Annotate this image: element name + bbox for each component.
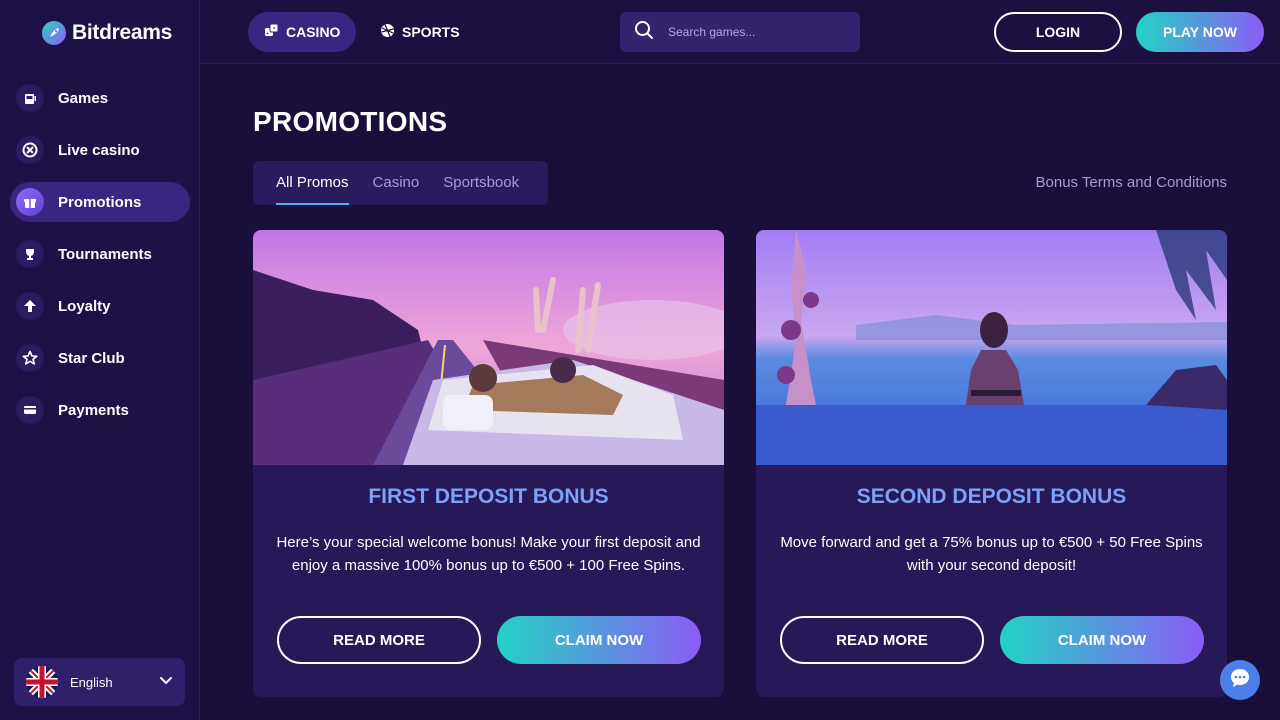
promo-description: Here’s your special welcome bonus! Make … [276, 534, 701, 574]
card-icon [16, 396, 44, 424]
claim-now-button[interactable]: CLAIM NOW [497, 616, 701, 664]
sidebar-item-label: Tournaments [58, 245, 152, 263]
trophy-icon [16, 240, 44, 268]
tab-sports[interactable]: SPORTS [364, 12, 476, 52]
sidebar-item-loyalty[interactable]: Loyalty [10, 286, 190, 326]
sidebar-item-games[interactable]: Games [10, 78, 190, 118]
sidebar-item-promotions[interactable]: Promotions [10, 182, 190, 222]
sidebar-item-payments[interactable]: Payments [10, 390, 190, 430]
slot-machine-icon [16, 84, 44, 112]
read-more-button[interactable]: READ MORE [780, 616, 984, 664]
bonus-terms-link[interactable]: Bonus Terms and Conditions [1036, 174, 1228, 191]
chevron-down-icon [159, 673, 173, 692]
promo-title: SECOND DEPOSIT BONUS [856, 485, 1127, 508]
sidebar-item-tournaments[interactable]: Tournaments [10, 234, 190, 274]
tab-sportsbook-promos[interactable]: Sportsbook [443, 161, 519, 205]
brand-logo[interactable]: Bitdreams [42, 20, 172, 46]
poker-chip-icon [16, 136, 44, 164]
tab-casino-promos[interactable]: Casino [373, 161, 420, 205]
read-more-button[interactable]: READ MORE [277, 616, 481, 664]
sidebar-item-live-casino[interactable]: Live casino [10, 130, 190, 170]
star-icon [16, 344, 44, 372]
tab-casino[interactable]: CASINO [248, 12, 357, 52]
search-icon [634, 20, 654, 45]
promo-card: FIRST DEPOSIT BONUS Here’s your special … [253, 230, 724, 697]
arrow-up-icon [16, 292, 44, 320]
sidebar-nav: Games Live casino Promotions Tournaments… [10, 78, 190, 442]
promo-card: SECOND DEPOSIT BONUS Move forward and ge… [756, 230, 1227, 697]
brand-name: Bitdreams [72, 21, 173, 44]
sidebar-item-label: Games [58, 89, 109, 107]
rocket-icon [42, 21, 66, 45]
promo-filter-tabs: All Promos Casino Sportsbook [253, 161, 548, 205]
sidebar-item-label: Payments [58, 401, 129, 419]
chat-support-button[interactable] [1220, 660, 1260, 700]
tab-label: CASINO [286, 24, 341, 40]
language-selector[interactable]: English [14, 658, 185, 706]
chat-icon [1229, 667, 1251, 694]
login-button[interactable]: LOGIN [994, 12, 1122, 52]
topbar: CASINO SPORTS LOGIN PLAY NOW [200, 0, 1280, 64]
search-input[interactable] [668, 25, 838, 39]
tab-all-promos[interactable]: All Promos [276, 161, 349, 205]
sidebar-item-star-club[interactable]: Star Club [10, 338, 190, 378]
sidebar: Bitdreams Games Live casino Promotions T… [0, 0, 200, 720]
sidebar-item-label: Live casino [58, 141, 140, 159]
language-label: English [70, 674, 113, 690]
promo-title: FIRST DEPOSIT BONUS [368, 485, 609, 508]
search-box[interactable] [620, 12, 860, 52]
promo-description: Move forward and get a 75% bonus up to €… [780, 534, 1203, 574]
sidebar-item-label: Loyalty [58, 297, 111, 315]
ball-icon [380, 23, 395, 41]
sidebar-item-label: Star Club [58, 349, 125, 367]
page-title: PROMOTIONS [253, 106, 448, 137]
gift-icon [16, 188, 44, 216]
play-now-button[interactable]: PLAY NOW [1136, 12, 1264, 52]
tab-label: SPORTS [402, 24, 460, 40]
claim-now-button[interactable]: CLAIM NOW [1000, 616, 1204, 664]
promo-image-road-trip [253, 230, 724, 465]
dice-icon [264, 23, 279, 41]
sidebar-item-label: Promotions [58, 193, 142, 211]
uk-flag-icon [26, 666, 58, 698]
promo-image-infinity-pool [756, 230, 1227, 465]
